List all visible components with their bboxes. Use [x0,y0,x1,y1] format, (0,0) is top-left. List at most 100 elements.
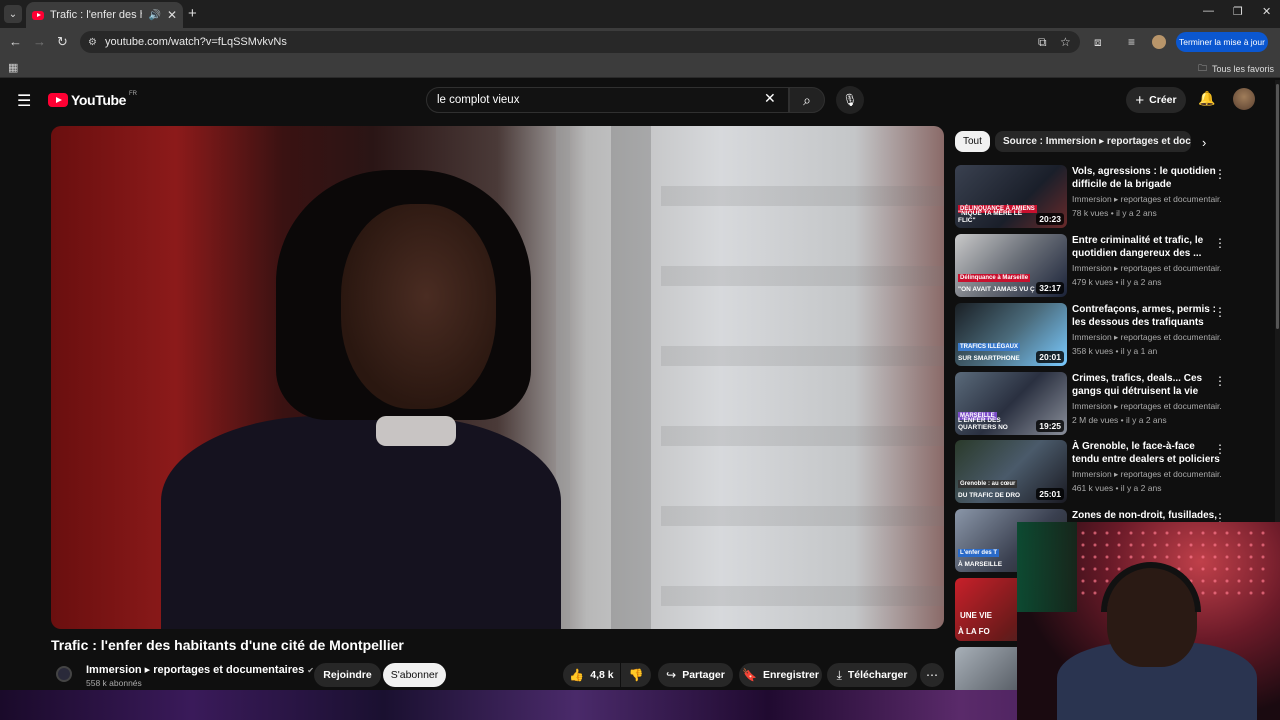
video-frame-window-edge-2 [611,126,651,629]
search-icon: ⌕ [803,91,811,108]
menu-icon[interactable]: ☰ [17,91,31,111]
microphone-icon: 🎙 [842,93,858,107]
more-vertical-icon[interactable]: ⋮ [1214,374,1226,388]
recommendation-item[interactable]: Grenoble : au cœur DU TRAFIC DE DRO 25:0… [955,440,1230,504]
recommendation-title[interactable]: Vols, agressions : le quotidien difficil… [1072,165,1222,191]
like-count: 4,8 k [590,669,614,681]
channel-name-link[interactable]: Immersion ▸ reportages et documentaires ✔ [86,663,314,676]
recommendation-channel[interactable]: Immersion ▸ reportages et documentair... [1072,194,1222,205]
download-button[interactable]: ⤓ Télécharger [827,663,917,687]
create-button[interactable]: + Créer [1126,87,1186,113]
join-button[interactable]: Rejoindre [314,663,381,687]
video-thumbnail[interactable]: DÉLINQUANCE À AMIENS "NIQUE TA MÈRE LE F… [955,165,1067,228]
profile-avatar[interactable] [1152,35,1166,49]
video-frame-blinds [661,126,944,629]
more-actions-button[interactable]: ⋯ [920,663,944,687]
more-vertical-icon[interactable]: ⋮ [1214,167,1226,181]
page-scrollbar-thumb[interactable] [1276,84,1279,329]
dislike-button[interactable]: 👎 [621,663,651,687]
webcam-background-flag [1017,522,1077,612]
recommendation-meta: 479 k vues • il y a 2 ans [1072,277,1162,287]
recommendation-channel[interactable]: Immersion ▸ reportages et documentair... [1072,469,1222,480]
save-button[interactable]: 🔖 Enregistrer [739,663,822,687]
new-tab-button[interactable]: + [188,5,197,22]
thumbnail-caption: L'ENFER DES QUARTIERS NO [958,416,1008,431]
video-thumbnail[interactable]: Grenoble : au cœur DU TRAFIC DE DRO 25:0… [955,440,1067,503]
share-button[interactable]: ↪ Partager [658,663,733,687]
notifications-bell-icon[interactable]: 🔔 [1198,90,1215,107]
download-label: Télécharger [847,669,908,681]
thumbnail-caption: DU TRAFIC DE DRO [958,491,1021,499]
url-text: youtube.com/watch?v=fLqSSMvkvNs [104,36,287,48]
reload-button[interactable]: ↻ [57,34,68,50]
search-input[interactable]: le complot vieux [426,87,789,113]
channel-avatar[interactable] [56,666,72,682]
subscribe-button[interactable]: S'abonner [383,663,446,687]
recommendation-title[interactable]: Contrefaçons, armes, permis : les dessou… [1072,303,1222,329]
maximize-button[interactable]: ❐ [1233,5,1243,18]
recommendation-title[interactable]: À Grenoble, le face-à-face tendu entre d… [1072,440,1222,466]
recommendation-title[interactable]: Zones de non-droit, fusillades, [1072,509,1222,522]
video-player[interactable] [51,126,944,629]
recommendation-channel[interactable]: Immersion ▸ reportages et documentair... [1072,263,1222,274]
back-button[interactable]: ← [9,34,22,49]
tab-search-button[interactable]: ⌄ [4,5,22,23]
all-bookmarks-folder[interactable]: 🗀 Tous les favoris [1198,61,1274,77]
download-icon: ⤓ [836,667,842,682]
window-close-button[interactable]: ✕ [1262,5,1271,18]
create-label: Créer [1149,94,1177,106]
update-button[interactable]: Terminer la mise à jour [1176,32,1268,52]
thumbnail-caption: "NIQUE TA MÈRE LE FLIC" [958,209,1023,224]
tab-close-icon[interactable]: ✕ [167,8,177,22]
install-app-icon[interactable]: ⧉ [1038,35,1047,50]
youtube-header: ☰ YouTube FR le complot vieux ✕ ⌕ 🎙 + Cr… [0,80,1280,120]
youtube-favicon-icon [32,10,44,20]
duration-badge: 32:17 [1036,282,1064,294]
recommendation-item[interactable]: Délinquance à Marseille "ON AVAIT JAMAIS… [955,234,1230,298]
recommendation-channel[interactable]: Immersion ▸ reportages et documentair... [1072,401,1222,412]
duration-badge: 20:23 [1036,213,1064,225]
video-thumbnail[interactable]: TRAFICS ILLÉGAUX SUR SMARTPHONE 20:01 [955,303,1067,366]
more-vertical-icon[interactable]: ⋮ [1214,236,1226,250]
apps-grid-icon[interactable]: ▦ [8,61,18,74]
recommendation-item[interactable]: DÉLINQUANCE À AMIENS "NIQUE TA MÈRE LE F… [955,165,1230,229]
minimize-button[interactable]: — [1203,5,1214,17]
address-bar[interactable]: ⚙ youtube.com/watch?v=fLqSSMvkvNs [80,31,1080,53]
chip-source[interactable]: Source : Immersion ▸ reportages et docum… [995,131,1191,152]
more-vertical-icon[interactable]: ⋮ [1214,442,1226,456]
youtube-logo[interactable]: YouTube FR [48,91,138,108]
site-info-icon[interactable]: ⚙ [88,37,97,48]
like-button[interactable]: 👍 4,8 k [563,663,620,687]
video-thumbnail[interactable]: Délinquance à Marseille "ON AVAIT JAMAIS… [955,234,1067,297]
bookmark-star-icon[interactable]: ☆ [1060,35,1071,49]
bookmark-icon: 🔖 [742,668,757,682]
browser-tab-active[interactable]: Trafic : l'enfer des habitants d'une cit… [26,2,183,28]
all-bookmarks-label: Tous les favoris [1211,64,1274,74]
recommendation-item[interactable]: MARSEILLE L'ENFER DES QUARTIERS NO 19:25… [955,372,1230,436]
thumbnail-badge: L'enfer des T [958,549,1000,557]
thumbnail-badge: Délinquance à Marseille [958,274,1031,282]
country-code: FR [129,91,138,97]
related-filter-chips: Tout Source : Immersion ▸ reportages et … [955,131,1215,153]
bookmarks-bar: ▦ 🗀 Tous les favoris [0,56,1280,78]
share-icon: ↪ [666,668,677,682]
search-button[interactable]: ⌕ [789,87,825,113]
recommendation-channel[interactable]: Immersion ▸ reportages et documentair... [1072,332,1222,343]
reading-list-icon[interactable]: ≡ [1128,35,1135,49]
recommendation-title[interactable]: Crimes, trafics, deals... Ces gangs qui … [1072,372,1222,398]
account-avatar[interactable] [1233,88,1255,110]
video-thumbnail[interactable]: MARSEILLE L'ENFER DES QUARTIERS NO 19:25 [955,372,1067,435]
voice-search-button[interactable]: 🎙 [836,86,864,114]
forward-button[interactable]: → [33,34,46,49]
folder-icon: 🗀 [1197,63,1207,73]
extensions-icon[interactable]: ⧈ [1094,35,1102,50]
recommendation-item[interactable]: TRAFICS ILLÉGAUX SUR SMARTPHONE 20:01 Co… [955,303,1230,367]
more-vertical-icon[interactable]: ⋮ [1214,305,1226,319]
browser-tabstrip: ⌄ Trafic : l'enfer des habitants d'une c… [0,0,1280,28]
clear-search-icon[interactable]: ✕ [764,90,776,107]
audio-playing-icon[interactable]: 🔊 [148,10,160,21]
recommendation-title[interactable]: Entre criminalité et trafic, le quotidie… [1072,234,1222,260]
chevron-right-icon[interactable]: › [1202,135,1206,150]
chip-all[interactable]: Tout [955,131,990,152]
thumbnail-caption: SUR SMARTPHONE [958,354,1020,362]
